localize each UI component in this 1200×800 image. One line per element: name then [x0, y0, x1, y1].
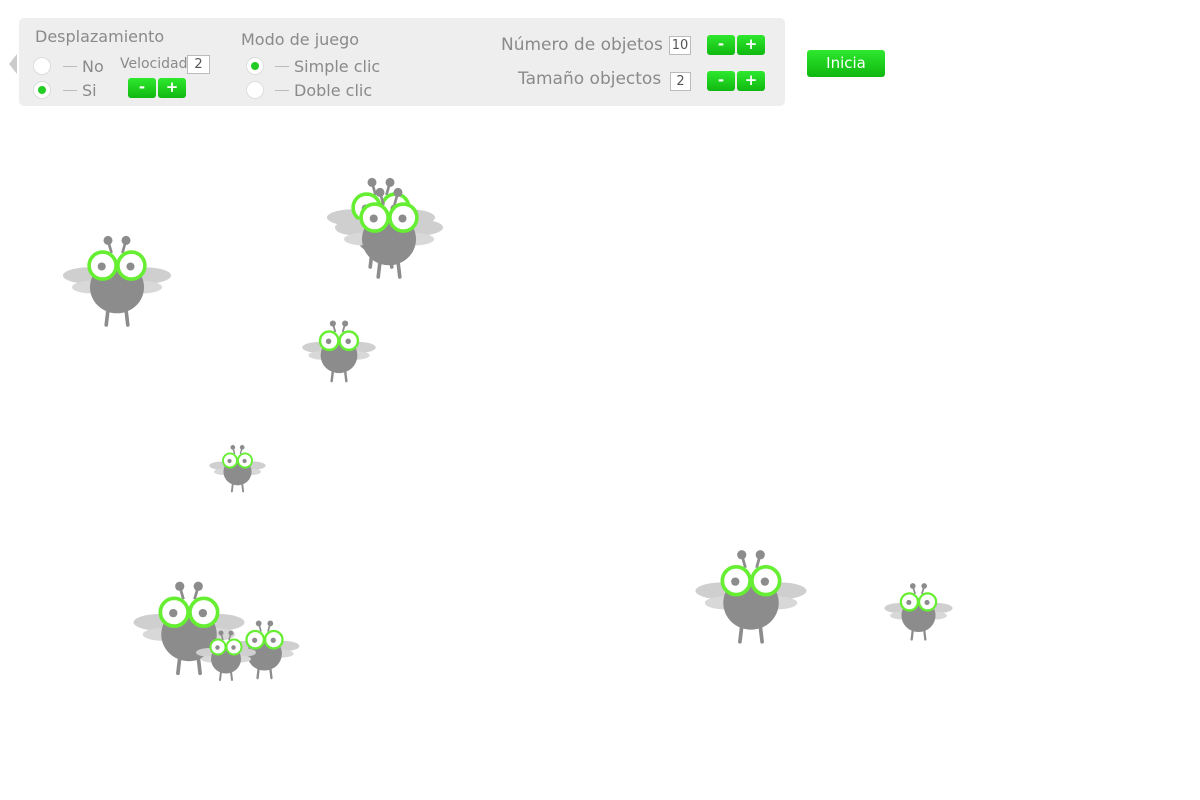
object-size-plus-button[interactable]: +: [737, 71, 765, 91]
game-mode-title: Modo de juego: [241, 30, 360, 49]
fly-icon[interactable]: [677, 542, 825, 649]
speed-label: Velocidad: [120, 56, 188, 72]
object-count-label: Número de objetos: [501, 35, 663, 55]
fly-icon[interactable]: [290, 315, 388, 386]
object-size-value[interactable]: 2: [670, 72, 691, 91]
speed-value[interactable]: 2: [187, 55, 210, 74]
object-count-value[interactable]: 10: [669, 36, 691, 55]
fly-icon[interactable]: [317, 180, 461, 284]
fly-icon[interactable]: [45, 228, 189, 332]
mode-double-click-label[interactable]: Doble clic: [294, 81, 372, 100]
movement-si-radio[interactable]: [33, 81, 51, 99]
mode-single-click-label[interactable]: Simple clic: [294, 57, 380, 76]
movement-si-dash: [63, 90, 77, 91]
movement-si-label[interactable]: Si: [82, 81, 97, 100]
object-size-minus-button[interactable]: -: [707, 71, 735, 91]
object-count-plus-button[interactable]: +: [737, 35, 765, 55]
speed-plus-button[interactable]: +: [158, 78, 186, 98]
fly-icon[interactable]: [200, 441, 275, 495]
movement-no-label[interactable]: No: [82, 57, 104, 76]
fly-icon[interactable]: [186, 626, 266, 684]
object-count-minus-button[interactable]: -: [707, 35, 735, 55]
mode-double-click-radio[interactable]: [246, 81, 264, 99]
collapse-panel-arrow-icon[interactable]: [9, 54, 17, 74]
start-button[interactable]: Inicia: [807, 50, 885, 77]
movement-no-dash: [63, 66, 77, 67]
fly-icon[interactable]: [873, 578, 964, 644]
movement-no-radio[interactable]: [33, 57, 51, 75]
mode-single-click-dash: [275, 66, 289, 67]
settings-panel: Desplazamiento No Si Velocidad 2 - + Mod…: [19, 18, 785, 106]
movement-title: Desplazamiento: [35, 27, 165, 46]
object-size-label: Tamaño objectos: [518, 69, 662, 89]
mode-double-click-dash: [275, 90, 289, 91]
mode-single-click-radio[interactable]: [246, 57, 264, 75]
speed-minus-button[interactable]: -: [128, 78, 156, 98]
